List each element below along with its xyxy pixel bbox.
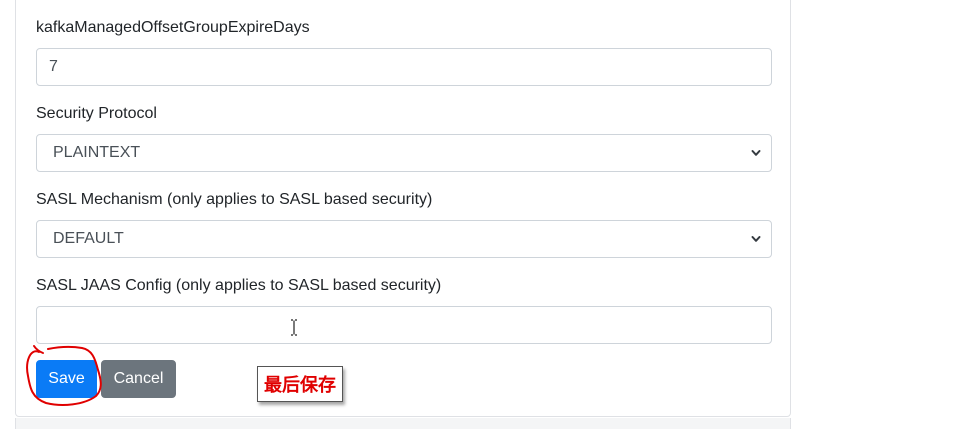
chevron-down-icon — [751, 150, 761, 156]
security-protocol-select[interactable]: PLAINTEXT — [36, 134, 772, 172]
text-cursor-icon — [291, 319, 297, 336]
security-protocol-value: PLAINTEXT — [53, 144, 141, 161]
expire-days-label: kafkaManagedOffsetGroupExpireDays — [36, 19, 310, 36]
sasl-jaas-config-input[interactable] — [36, 306, 772, 344]
security-protocol-label: Security Protocol — [36, 105, 157, 122]
chevron-down-icon — [751, 236, 761, 242]
save-button[interactable]: Save — [36, 360, 97, 398]
sasl-jaas-config-label: SASL JAAS Config (only applies to SASL b… — [36, 277, 442, 294]
sasl-mechanism-label: SASL Mechanism (only applies to SASL bas… — [36, 191, 433, 208]
expire-days-value: 7 — [49, 58, 58, 75]
annotation-note: 最后保存 — [257, 366, 343, 402]
expire-days-input[interactable]: 7 — [36, 48, 772, 86]
page: kafkaManagedOffsetGroupExpireDays 7 Secu… — [0, 0, 968, 429]
sasl-mechanism-value: DEFAULT — [53, 230, 124, 247]
sasl-mechanism-select[interactable]: DEFAULT — [36, 220, 772, 258]
card-footer — [15, 418, 791, 429]
cancel-button[interactable]: Cancel — [101, 360, 176, 398]
